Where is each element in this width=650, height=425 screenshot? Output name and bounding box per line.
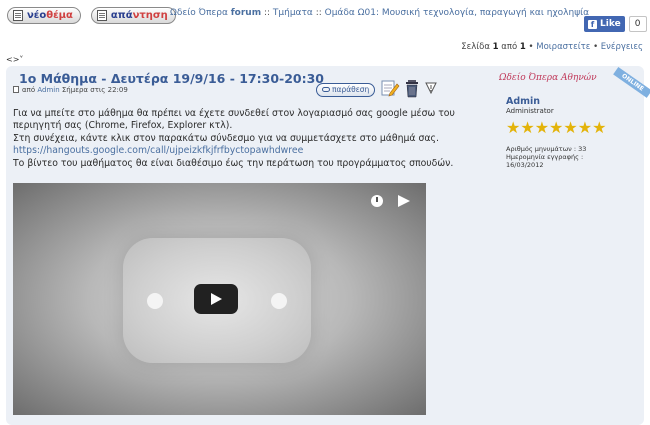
hangouts-link[interactable]: https://hangouts.google.com/call/ujpeizk… — [13, 145, 303, 156]
breadcrumb-separator: :: — [312, 8, 325, 18]
delete-icon[interactable] — [405, 78, 419, 101]
breadcrumb-separator: :: — [261, 8, 273, 18]
new-topic-label-a: νέο — [27, 9, 47, 21]
reply-button[interactable]: απά ντηση — [90, 6, 176, 24]
facebook-like-label: Like — [600, 19, 621, 29]
post-author-link[interactable]: Admin — [37, 86, 59, 94]
facebook-like-widget: f Like 0 — [584, 16, 647, 32]
play-icon[interactable] — [194, 284, 238, 314]
post-tools: παράθεση — [316, 78, 438, 101]
facebook-like-button[interactable]: f Like — [584, 16, 625, 32]
breadcrumb: Ωδείο Όπερα forum :: Τμήματα :: Ομάδα Ω0… — [170, 8, 589, 18]
breadcrumb-group[interactable]: Ομάδα Ω01: Μουσική τεχνολογία, παραγωγή … — [325, 8, 590, 18]
document-icon — [13, 9, 23, 21]
watch-later-icon[interactable] — [371, 195, 383, 207]
registration-label: Ημερομηνία εγγραφής : — [506, 153, 584, 161]
author-info: Αριθμός μηνυμάτων : 33 Ημερομηνία εγγραφ… — [506, 145, 586, 169]
post-title[interactable]: 1ο Μάθημα - Δευτέρα 19/9/16 - 17:30-20:3… — [19, 71, 324, 86]
message-count: Αριθμός μηνυμάτων : 33 — [506, 145, 587, 153]
post-body-line: Για να μπείτε στο μάθημα θα πρέπει να έχ… — [13, 108, 455, 119]
report-icon[interactable] — [424, 81, 438, 98]
pagination-bullet: • — [590, 42, 601, 52]
document-icon — [96, 9, 107, 21]
post-body-line: περιηγητή σας (Chrome, Firefox, Explorer… — [13, 120, 233, 132]
expand-arrows-icon[interactable]: <>˅ — [6, 55, 23, 64]
pagination-page-word: Σελίδα — [461, 42, 493, 52]
speech-bubble-icon — [322, 87, 330, 92]
facebook-icon: f — [588, 19, 597, 29]
pagination: Σελίδα 1 από 1 • Μοιραστείτε • Ενέργειες — [461, 42, 643, 52]
new-topic-button[interactable]: νέο θέμα — [7, 6, 81, 24]
share-link[interactable]: Μοιραστείτε — [536, 42, 590, 52]
post-meta: από Admin Σήμερα στις 22:09 — [13, 86, 128, 94]
post-meta-time: Σήμερα στις 22:09 — [59, 86, 128, 94]
author-profile: Ωδείο Όπερα Αθηνών ONLINE Admin Administ… — [499, 66, 650, 169]
breadcrumb-forum-prefix: Ωδείο Όπερα — [170, 8, 231, 18]
author-name[interactable]: Admin — [506, 96, 540, 107]
registration-date: 16/03/2012 — [506, 161, 544, 169]
breadcrumb-forum[interactable]: Ωδείο Όπερα forum — [170, 8, 261, 18]
arrows-text: <> — [6, 55, 20, 64]
quote-button[interactable]: παράθεση — [316, 82, 376, 97]
author-role: Administrator — [506, 107, 554, 115]
video-placeholder-dot — [271, 293, 287, 309]
actions-link[interactable]: Ενέργειες — [601, 42, 643, 52]
quote-label: παράθεση — [332, 85, 370, 94]
topic-toolbar: νέο θέμα απά ντηση — [7, 5, 186, 25]
new-topic-label-b: θέμα — [46, 9, 73, 21]
edit-icon[interactable] — [380, 78, 400, 101]
post-meta-from: από — [22, 86, 38, 94]
post-body-line: Το βίντεο του μαθήματος θα είναι διαθέσι… — [13, 157, 454, 169]
reply-label-b: ντηση — [132, 9, 168, 21]
post: 1ο Μάθημα - Δευτέρα 19/9/16 - 17:30-20:3… — [6, 66, 650, 425]
share-arrow-icon[interactable] — [398, 195, 410, 207]
post-body: Για να μπείτε στο μάθημα θα πρέπει να έχ… — [13, 108, 481, 170]
embedded-video[interactable] — [13, 183, 426, 415]
reply-label-a: απά — [110, 9, 133, 21]
breadcrumb-section[interactable]: Τμήματα — [273, 8, 313, 18]
online-status: ONLINE — [613, 66, 650, 99]
pagination-of-word: από — [498, 42, 520, 52]
breadcrumb-forum-bold: forum — [230, 8, 262, 18]
online-ribbon: ONLINE — [604, 66, 650, 99]
pagination-bullet: • — [525, 42, 537, 52]
post-document-icon — [13, 86, 19, 93]
rank-stars: ★★★★★★★ — [506, 118, 607, 137]
video-placeholder-dot — [147, 293, 163, 309]
post-body-line: Στη συνέχεια, κάντε κλικ στον παρακάτω σ… — [13, 132, 439, 144]
facebook-like-count: 0 — [628, 16, 647, 32]
